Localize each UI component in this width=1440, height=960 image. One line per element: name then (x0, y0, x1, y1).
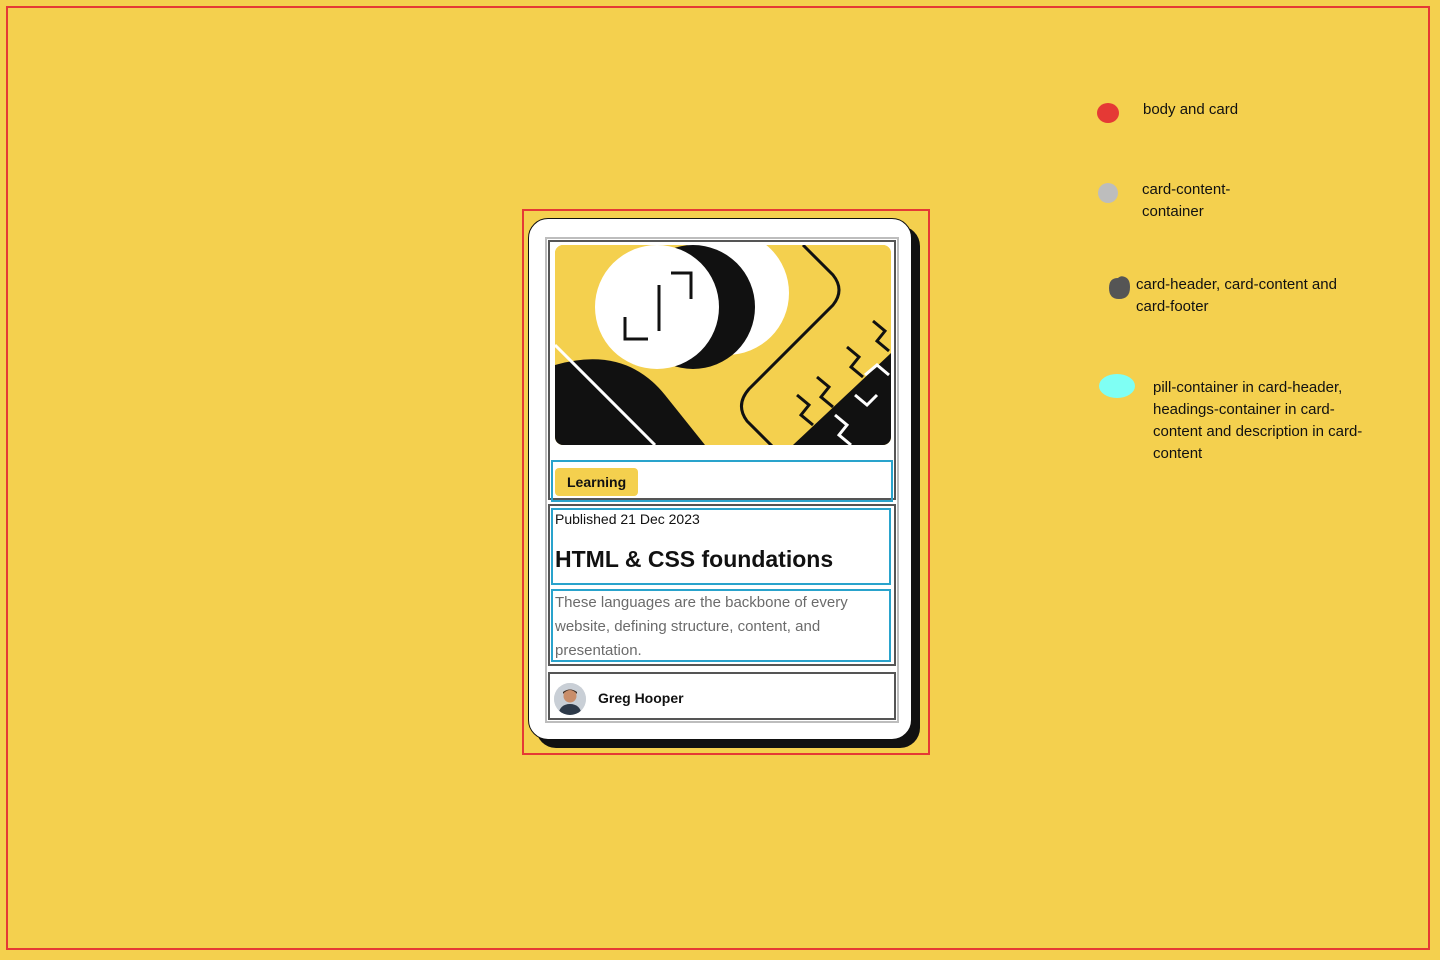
published-date: Published 21 Dec 2023 (555, 511, 700, 527)
blog-card: Learning Published 21 Dec 2023 HTML & CS… (528, 218, 912, 740)
card-content: Published 21 Dec 2023 HTML & CSS foundat… (548, 504, 896, 666)
cyan-dot-icon (1099, 374, 1135, 398)
description-text: These languages are the backbone of ever… (555, 594, 848, 659)
card-description: These languages are the backbone of ever… (551, 589, 891, 662)
card-title[interactable]: HTML & CSS foundations (555, 546, 833, 573)
author-avatar (554, 683, 586, 715)
pill-container: Learning (551, 460, 893, 502)
legend-label: card-header, card-content and card-foote… (1136, 276, 1337, 315)
user-avatar-icon (554, 683, 586, 715)
card-content-container: Learning Published 21 Dec 2023 HTML & CS… (545, 237, 899, 723)
legend-label: pill-container in card-header, headings-… (1153, 379, 1363, 462)
category-pill[interactable]: Learning (555, 468, 639, 496)
headings-container: Published 21 Dec 2023 HTML & CSS foundat… (551, 508, 891, 585)
legend-label: card-content- container (1142, 181, 1231, 220)
abstract-illustration-icon (555, 245, 891, 445)
red-dot-icon (1097, 103, 1119, 123)
author-name[interactable]: Greg Hooper (598, 690, 684, 706)
card-illustration (555, 245, 891, 445)
card-footer: Greg Hooper (548, 672, 896, 720)
gray-dot-icon (1098, 183, 1118, 203)
legend-label: body and card (1143, 101, 1239, 118)
dark-gray-dot-icon (1109, 276, 1130, 299)
card-header: Learning (548, 240, 896, 502)
